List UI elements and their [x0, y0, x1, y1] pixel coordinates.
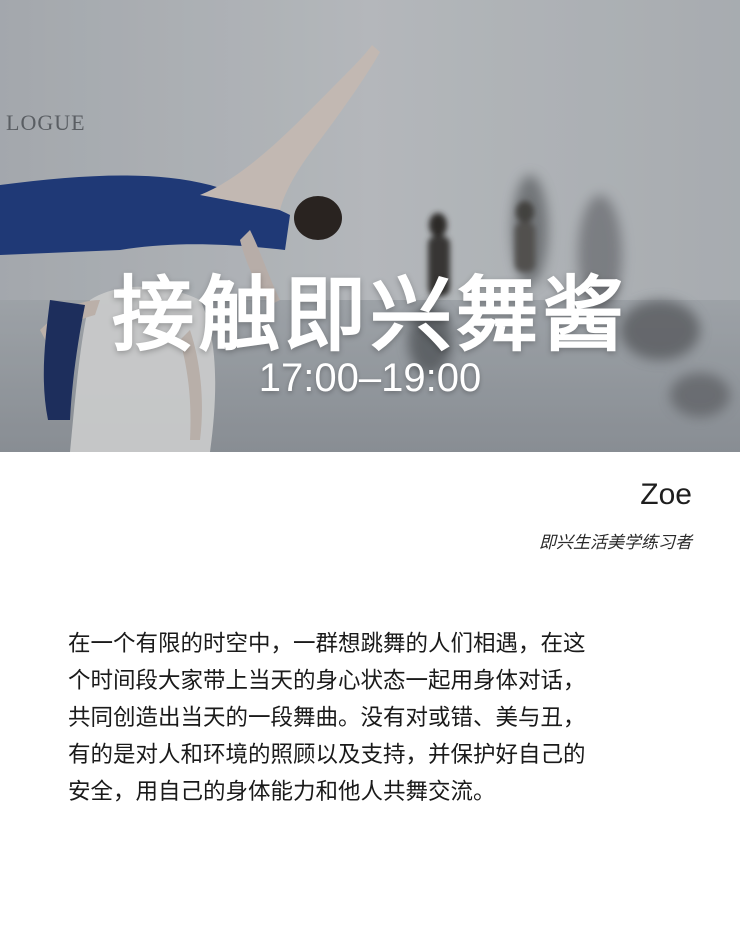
description-line: 个时间段大家带上当天的身心状态一起用身体对话，: [68, 668, 586, 694]
background-sign-text: LOGUE: [6, 110, 86, 135]
hero-banner: LOGUE 接触即兴舞酱 17:00–19:00: [0, 0, 740, 452]
event-time: 17:00–19:00: [258, 356, 482, 400]
description-line: 在一个有限的时空中，一群想跳舞的人们相遇，在这: [68, 631, 586, 657]
event-description: 在一个有限的时空中，一群想跳舞的人们相遇，在这 个时间段大家带上当天的身心状态一…: [68, 626, 698, 811]
event-title: 接触即兴舞酱: [111, 268, 628, 363]
description-line: 共同创造出当天的一段舞曲。没有对或错、美与丑，: [68, 705, 586, 731]
author-name: Zoe: [640, 478, 692, 511]
description-line: 安全，用自己的身体能力和他人共舞交流。: [68, 779, 496, 805]
author-role: 即兴生活美学练习者: [539, 533, 692, 553]
description-line: 有的是对人和环境的照顾以及支持，并保护好自己的: [68, 742, 586, 768]
